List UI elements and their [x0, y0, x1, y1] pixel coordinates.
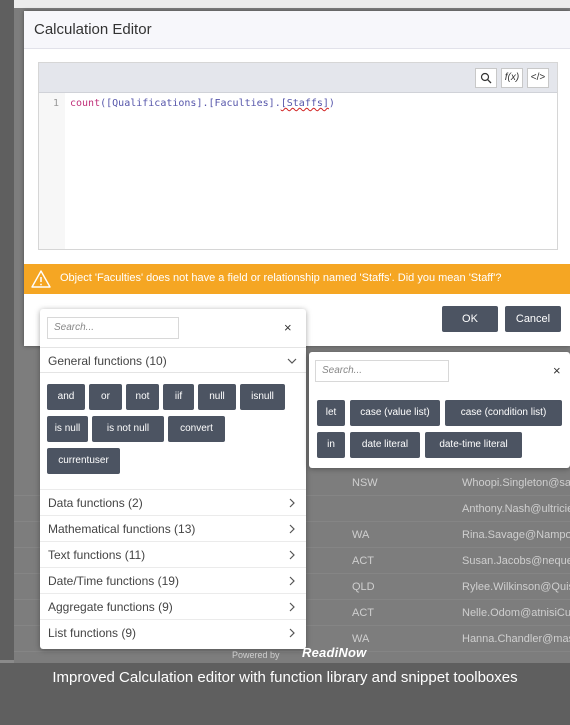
- chevron-right-icon: [289, 498, 295, 508]
- snippet-chip-date-literal[interactable]: date literal: [350, 432, 420, 458]
- code-line[interactable]: count([Qualifications].[Faculties].[Staf…: [70, 98, 335, 109]
- warning-icon: [31, 270, 51, 288]
- snippet-chip-in[interactable]: in: [317, 432, 345, 458]
- code-editor[interactable]: f(x) </> 1 count([Qualifications].[Facul…: [38, 62, 558, 250]
- editor-toolbar: f(x) </>: [39, 63, 557, 93]
- fn-chip-or[interactable]: or: [89, 384, 122, 410]
- code-error-token: [Staffs]: [280, 98, 329, 109]
- search-icon: [480, 72, 492, 84]
- category-label: List functions (9): [48, 626, 137, 640]
- snippet-chip-let[interactable]: let: [317, 400, 345, 426]
- close-icon[interactable]: ×: [284, 320, 292, 335]
- ok-button[interactable]: OK: [442, 306, 498, 332]
- line-number: 1: [53, 98, 60, 109]
- code-close: ): [328, 98, 335, 109]
- function-library-button[interactable]: f(x): [501, 68, 523, 88]
- general-functions-label: General functions (10): [48, 354, 167, 368]
- frame-top: [0, 0, 570, 8]
- general-functions-header[interactable]: General functions (10): [40, 347, 306, 373]
- fn-chip-is-null[interactable]: is null: [47, 416, 88, 442]
- fn-chip-is-not-null[interactable]: is not null: [92, 416, 164, 442]
- category-datetime-functions[interactable]: Date/Time functions (19): [40, 567, 306, 593]
- warning-message: Object 'Faculties' does not have a field…: [60, 272, 502, 284]
- function-search-input[interactable]: Search...: [47, 317, 179, 339]
- cancel-button[interactable]: Cancel: [505, 306, 561, 332]
- email-cell: Susan.Jacobs@nequee: [462, 555, 570, 567]
- category-label: Text functions (11): [48, 548, 146, 562]
- snippet-search-input[interactable]: Search...: [315, 360, 449, 382]
- code-args: ([Qualifications].[Faculties].: [100, 98, 281, 109]
- snippets-panel: Search... × let case (value list) case (…: [309, 352, 570, 468]
- chevron-down-icon: [287, 358, 297, 364]
- category-list-functions[interactable]: List functions (9): [40, 619, 306, 645]
- email-cell: Rina.Savage@Namport: [462, 529, 570, 541]
- state-cell: NSW: [352, 477, 378, 489]
- email-cell: Anthony.Nash@ultricie: [462, 503, 570, 515]
- email-cell: Hanna.Chandler@mass: [462, 633, 570, 645]
- category-label: Data functions (2): [48, 496, 143, 510]
- caption-area: Improved Calculation editor with functio…: [0, 663, 570, 725]
- state-cell: ACT: [352, 607, 374, 619]
- chevron-right-icon: [289, 602, 295, 612]
- readinow-logo: ReadiNow: [302, 645, 367, 660]
- warning-banner: Object 'Faculties' does not have a field…: [24, 264, 570, 294]
- chevron-right-icon: [289, 576, 295, 586]
- fn-chip-convert[interactable]: convert: [168, 416, 225, 442]
- snippet-chip-case-condition-list[interactable]: case (condition list): [445, 400, 562, 426]
- category-label: Date/Time functions (19): [48, 574, 179, 588]
- line-gutter: 1: [39, 93, 65, 249]
- caption: Improved Calculation editor with functio…: [52, 669, 518, 686]
- snippet-chip-case-value-list[interactable]: case (value list): [350, 400, 440, 426]
- chevron-right-icon: [289, 628, 295, 638]
- email-cell: Rylee.Wilkinson@Quisc: [462, 581, 570, 593]
- function-library-panel: Search... × General functions (10) and o…: [40, 309, 306, 649]
- frame-left: [0, 0, 14, 660]
- chevron-right-icon: [289, 550, 295, 560]
- state-cell: WA: [352, 529, 370, 541]
- fn-chip-isnull[interactable]: isnull: [240, 384, 285, 410]
- fn-chip-not[interactable]: not: [126, 384, 159, 410]
- fn-chip-and[interactable]: and: [47, 384, 85, 410]
- category-data-functions[interactable]: Data functions (2): [40, 489, 306, 515]
- powered-by-label: Powered by: [232, 650, 280, 660]
- fn-chip-currentuser[interactable]: currentuser: [47, 448, 120, 474]
- code-keyword: count: [70, 98, 101, 109]
- category-mathematical-functions[interactable]: Mathematical functions (13): [40, 515, 306, 541]
- email-cell: Whoopi.Singleton@sap: [462, 477, 570, 489]
- fn-chip-iif[interactable]: iif: [163, 384, 194, 410]
- fn-chip-null[interactable]: null: [198, 384, 236, 410]
- snippets-button[interactable]: </>: [527, 68, 549, 88]
- state-cell: QLD: [352, 581, 375, 593]
- category-text-functions[interactable]: Text functions (11): [40, 541, 306, 567]
- calculation-editor-dialog: Calculation Editor f(x) </> 1 count([Qua…: [24, 11, 570, 346]
- chevron-right-icon: [289, 524, 295, 534]
- search-button[interactable]: [475, 68, 497, 88]
- snippet-chip-date-time-literal[interactable]: date-time literal: [425, 432, 522, 458]
- state-cell: ACT: [352, 555, 374, 567]
- category-label: Aggregate functions (9): [48, 600, 173, 614]
- dialog-title: Calculation Editor: [34, 21, 152, 38]
- category-label: Mathematical functions (13): [48, 522, 196, 536]
- email-cell: Nelle.Odom@atnisiCur: [462, 607, 570, 619]
- category-aggregate-functions[interactable]: Aggregate functions (9): [40, 593, 306, 619]
- close-icon[interactable]: ×: [553, 363, 561, 378]
